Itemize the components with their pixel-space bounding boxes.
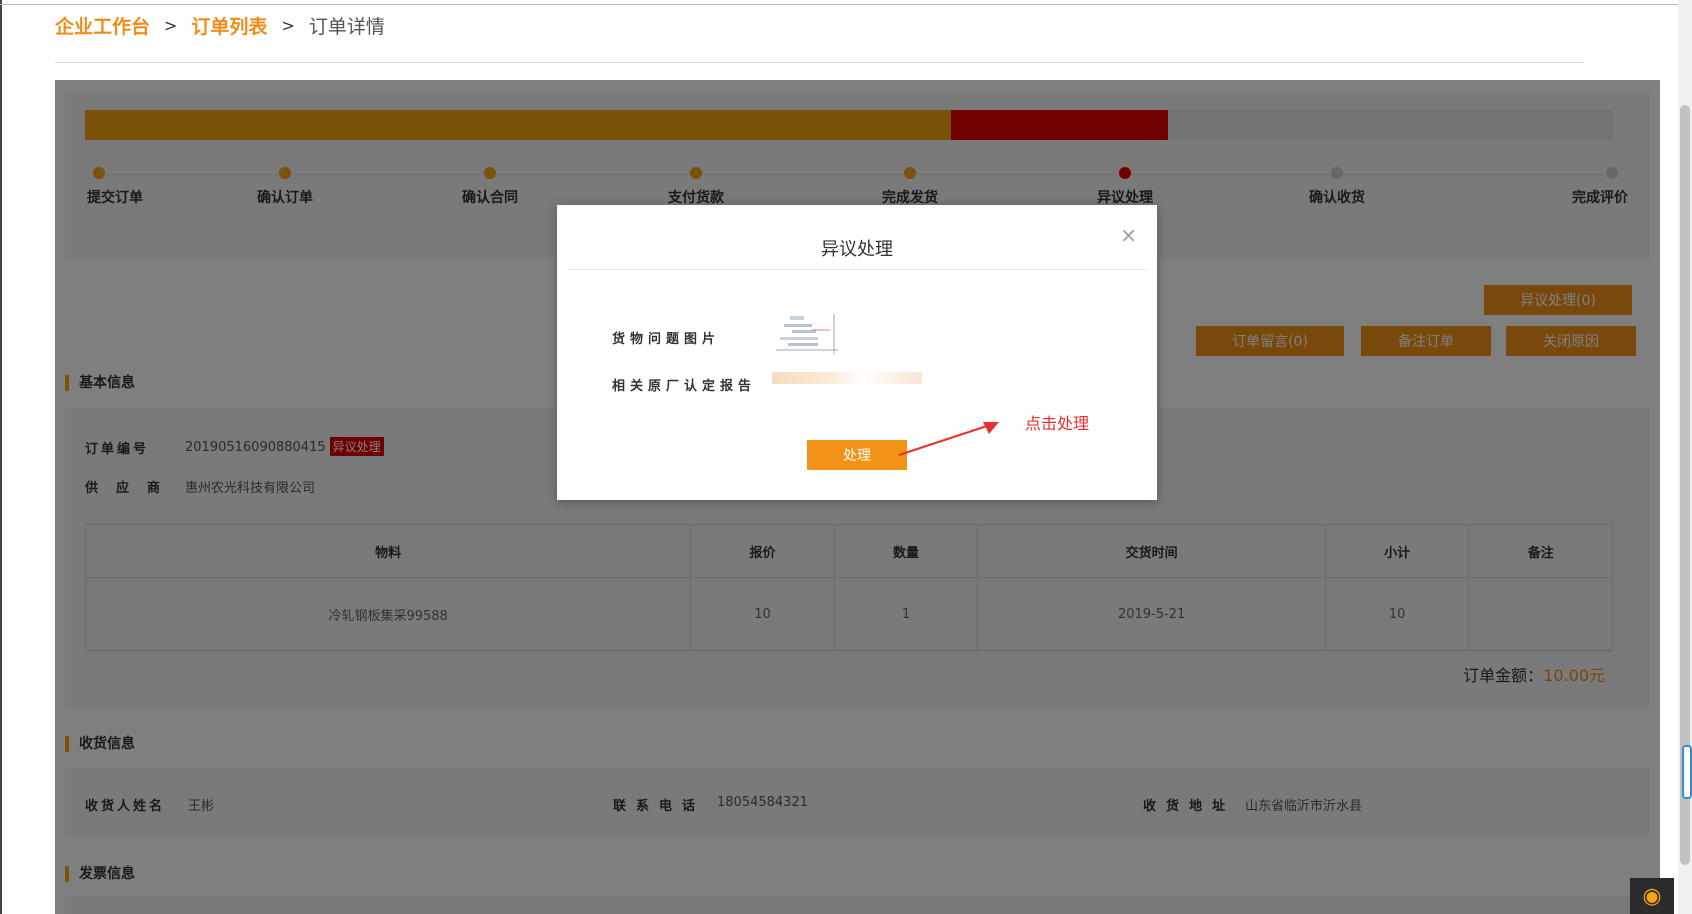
- breadcrumb-current: 订单详情: [308, 15, 385, 38]
- factory-report-label: 相关原厂认定报告: [612, 379, 757, 394]
- breadcrumb: 企业工作台 > 订单列表 > 订单详情: [55, 10, 385, 40]
- dispute-dialog: 异议处理 × 货物问题图片 相关原厂认定报告 处理: [557, 205, 1157, 500]
- breadcrumb-home-link[interactable]: 企业工作台: [55, 12, 150, 39]
- breadcrumb-separator: >: [164, 15, 178, 35]
- breadcrumb-divider: [55, 62, 1583, 63]
- close-icon[interactable]: ×: [1120, 223, 1137, 247]
- process-button[interactable]: 处理: [807, 440, 907, 470]
- dialog-divider: [567, 269, 1147, 270]
- dialog-title: 异议处理: [821, 239, 893, 260]
- annotation-arrow-icon: [898, 422, 999, 456]
- problem-image-label: 货物问题图片: [612, 332, 721, 347]
- breadcrumb-separator: >: [281, 15, 295, 35]
- annotation-text: 点击处理: [1025, 414, 1090, 433]
- problem-image-thumbnail[interactable]: [772, 310, 842, 358]
- box-icon[interactable]: ◉: [1630, 878, 1674, 914]
- window-top-border: [0, 4, 1692, 5]
- factory-report-link[interactable]: [772, 372, 922, 384]
- breadcrumb-list-link[interactable]: 订单列表: [191, 12, 267, 39]
- window-left-border: [0, 0, 2, 914]
- thermometer-icon: [1682, 745, 1692, 799]
